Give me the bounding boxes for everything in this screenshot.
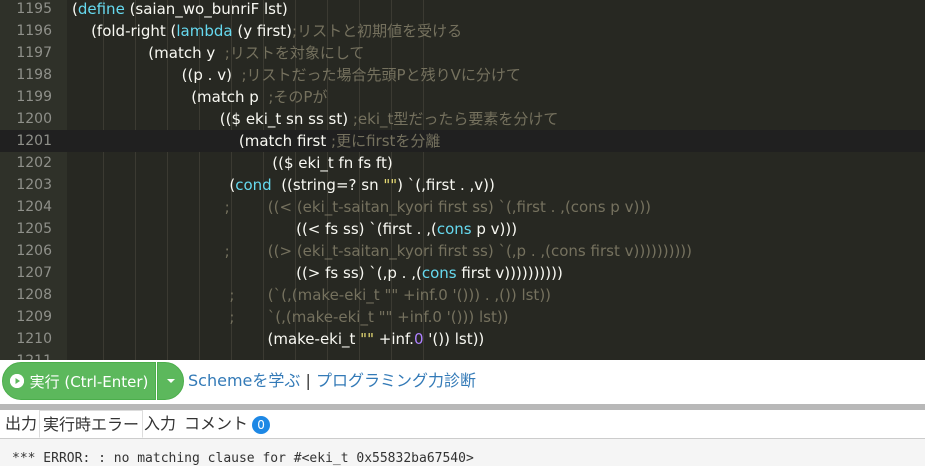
code-text: ; ((> (eki_t-saitan_kyori first ss) `(,p…	[224, 242, 692, 260]
line-number: 1206	[16, 243, 52, 259]
line-number: 1200	[16, 111, 52, 127]
code-line[interactable]: 1206 ; ((> (eki_t-saitan_kyori first ss)…	[0, 240, 925, 262]
learn-scheme-link[interactable]: Schemeを学ぶ	[188, 371, 300, 390]
code-text: (($ eki_t sn ss st) ;eki_t型だったら要素を分けて	[72, 110, 559, 128]
code-text: ; ((< (eki_t-saitan_kyori first ss) `(,f…	[224, 198, 652, 216]
code-text: (cond ((string=? sn "") `(,first . ,v))	[72, 176, 495, 194]
toolbar: 実行 (Ctrl-Enter) Schemeを学ぶ | プログラミング力診断	[0, 360, 925, 404]
code-text: ((> fs ss) `(,p . ,(cons first v))))))))…	[72, 264, 563, 282]
tab-input[interactable]: 入力	[141, 410, 179, 437]
line-number: 1208	[16, 287, 52, 303]
code-text: (make-eki_t "" +inf.0 '()) lst))	[72, 330, 485, 348]
code-line[interactable]: 1198 ((p . v) ;リストだった場合先頭Pと残りVに分けて	[0, 64, 925, 86]
tab-output[interactable]: 出力	[2, 410, 40, 437]
line-number: 1210	[16, 331, 52, 347]
code-text: ; (`(,(make-eki_t "" +inf.0 '())) . ,())…	[229, 286, 552, 304]
code-text: ; `(,(make-eki_t "" +inf.0 '())) lst))	[229, 308, 509, 326]
code-text: (match y ;リストを対象にして	[72, 44, 365, 62]
code-text: ((p . v) ;リストだった場合先頭Pと残りVに分けて	[72, 66, 521, 84]
line-number: 1205	[16, 221, 52, 237]
line-number: 1202	[16, 155, 52, 171]
code-text: ((< fs ss) `(first . ,(cons p v)))	[72, 220, 518, 238]
run-button[interactable]: 実行 (Ctrl-Enter)	[2, 362, 156, 400]
line-number: 1196	[16, 23, 52, 39]
code-line[interactable]: 1202 (($ eki_t fn fs ft)	[0, 152, 925, 174]
code-line[interactable]: 1197 (match y ;リストを対象にして	[0, 42, 925, 64]
code-line[interactable]: 1203 (cond ((string=? sn "") `(,first . …	[0, 174, 925, 196]
help-links: Schemeを学ぶ | プログラミング力診断	[188, 360, 476, 402]
code-line[interactable]: 1207 ((> fs ss) `(,p . ,(cons first v)))…	[0, 262, 925, 284]
link-separator: |	[305, 371, 311, 390]
tab-comment-label: コメント	[184, 414, 249, 433]
line-number: 1198	[16, 67, 52, 83]
code-line[interactable]: 1205 ((< fs ss) `(first . ,(cons p v)))	[0, 218, 925, 240]
line-number: 1209	[16, 309, 52, 325]
code-text: (match p ;そのPが	[72, 88, 328, 106]
code-editor[interactable]: 1195 (define (saian_wo_bunriF lst) 1196 (f…	[0, 0, 925, 360]
line-number: 1203	[16, 177, 52, 193]
error-output-panel: *** ERROR: : no matching clause for #<ek…	[0, 438, 925, 466]
code-line[interactable]: 1195 (define (saian_wo_bunriF lst)	[0, 0, 925, 20]
line-number: 1197	[16, 45, 52, 61]
code-text: (($ eki_t fn fs ft)	[72, 154, 393, 172]
output-tabs: 出力 実行時エラー 入力 コメント 0	[0, 410, 925, 438]
code-text: (fold-right (lambda (y first);リストと初期値を受け…	[72, 22, 463, 40]
tab-comment[interactable]: コメント 0	[181, 410, 273, 437]
line-number: 1195	[16, 1, 52, 17]
code-line[interactable]: 1211	[0, 350, 925, 360]
play-circle-icon	[9, 374, 24, 388]
code-line[interactable]: 1204 ; ((< (eki_t-saitan_kyori first ss)…	[0, 196, 925, 218]
code-line[interactable]: 1196 (fold-right (lambda (y first);リストと初…	[0, 20, 925, 42]
tab-runtime-error[interactable]: 実行時エラー	[39, 410, 144, 438]
error-output-text: *** ERROR: : no matching clause for #<ek…	[12, 451, 474, 466]
line-number: 1201	[16, 133, 52, 149]
code-line[interactable]: 1200 (($ eki_t sn ss st) ;eki_t型だったら要素を分…	[0, 108, 925, 130]
code-line[interactable]: 1201 (match first ;更にfirstを分離	[0, 130, 925, 152]
line-number: 1211	[0, 350, 52, 360]
code-line[interactable]: 1210 (make-eki_t "" +inf.0 '()) lst))	[0, 328, 925, 350]
code-line[interactable]: 1208 ; (`(,(make-eki_t "" +inf.0 '())) .…	[0, 284, 925, 306]
code-text: (match first ;更にfirstを分離	[72, 132, 441, 150]
code-line[interactable]: 1209 ; `(,(make-eki_t "" +inf.0 '())) ls…	[0, 306, 925, 328]
run-button-label: 実行 (Ctrl-Enter)	[29, 372, 149, 391]
code-text: (define (saian_wo_bunriF lst)	[72, 0, 288, 18]
programming-diagnosis-link[interactable]: プログラミング力診断	[316, 371, 476, 390]
run-options-dropdown[interactable]	[157, 362, 184, 400]
line-number: 1199	[16, 89, 52, 105]
line-number: 1207	[16, 265, 52, 281]
code-line[interactable]: 1199 (match p ;そのPが	[0, 86, 925, 108]
caret-down-icon	[166, 379, 175, 383]
line-number: 1204	[16, 199, 52, 215]
comment-count-badge: 0	[252, 415, 271, 434]
